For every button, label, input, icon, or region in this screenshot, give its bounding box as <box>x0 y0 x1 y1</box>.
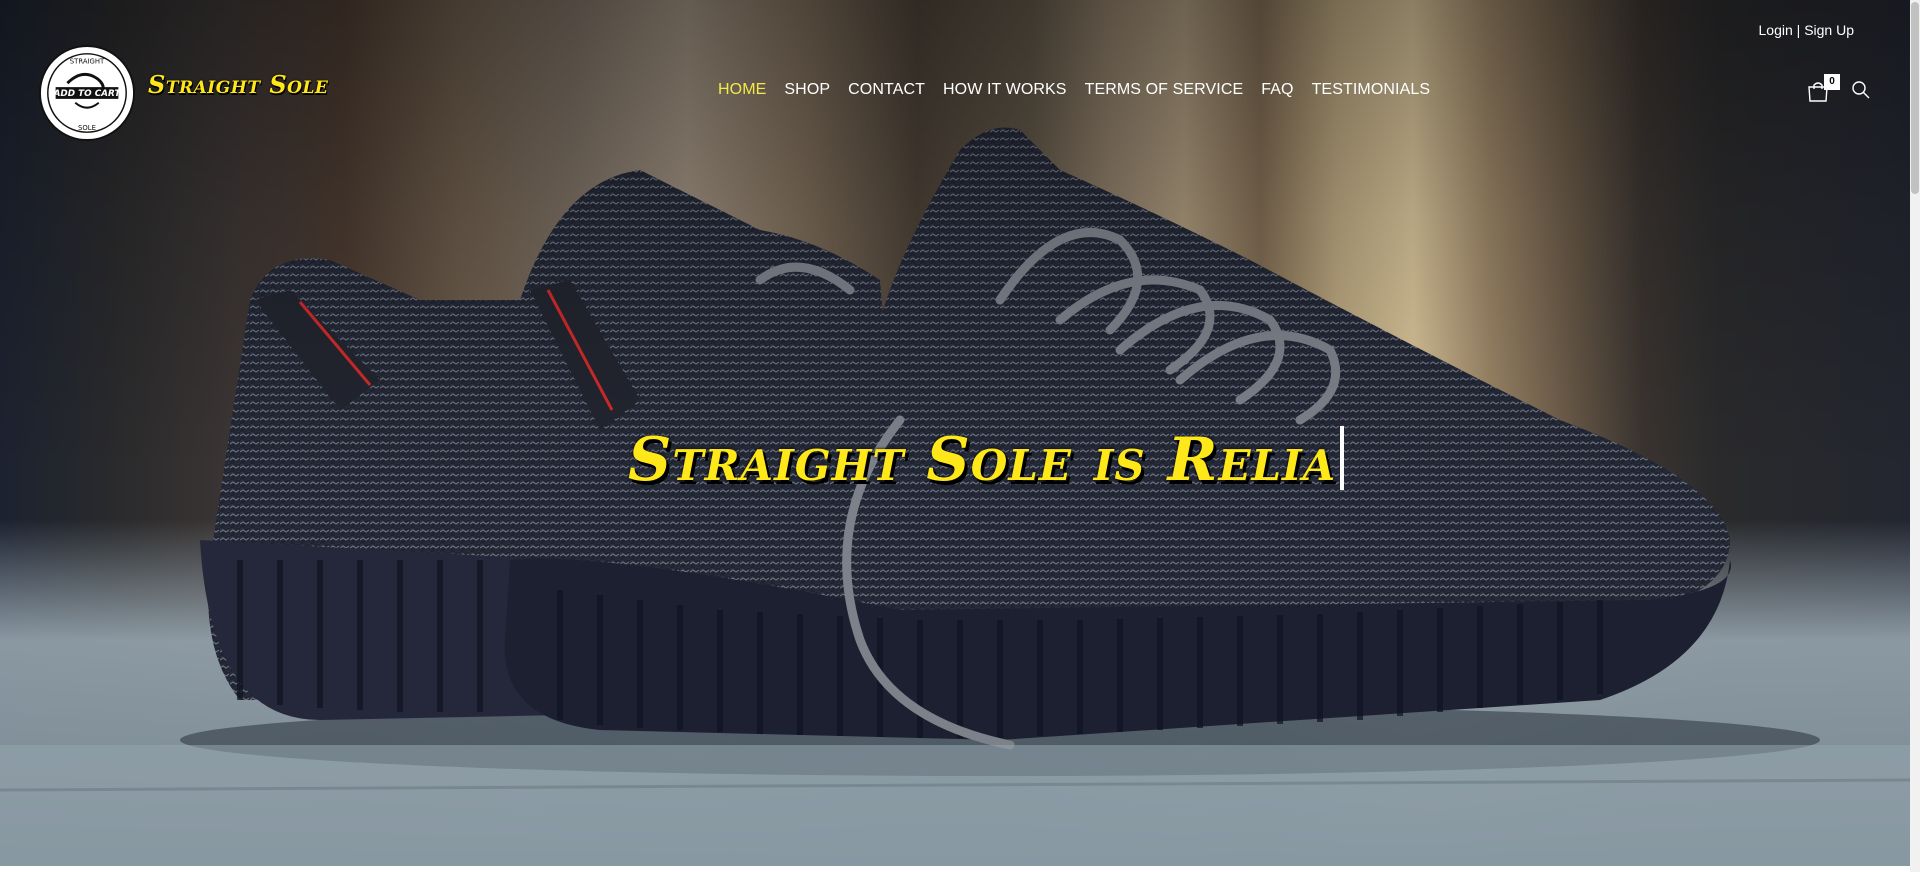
search-icon[interactable] <box>1851 80 1871 100</box>
login-link[interactable]: Login <box>1759 22 1793 38</box>
hero-headline-text: Straight Sole is Relia <box>628 425 1337 495</box>
brand-name[interactable]: Straight Sole <box>148 70 328 99</box>
auth-separator: | <box>1796 22 1801 38</box>
nav-shop[interactable]: SHOP <box>775 81 839 99</box>
auth-links: Login | Sign Up <box>1759 22 1855 38</box>
hero-headline: Straight Sole is Relia <box>628 425 1345 495</box>
logo-bottom-text: SOLE <box>78 124 96 132</box>
nav-home[interactable]: HOME <box>709 81 775 99</box>
nav-terms-of-service[interactable]: TERMS OF SERVICE <box>1076 81 1253 99</box>
cart-count-badge: 0 <box>1824 74 1840 90</box>
logo-top-text: STRAIGHT <box>70 58 105 66</box>
signup-link[interactable]: Sign Up <box>1804 22 1854 38</box>
typing-caret <box>1340 426 1345 490</box>
brand-logo[interactable]: ADD TO CART STRAIGHT SOLE <box>38 44 136 142</box>
logo-middle-text: ADD TO CART <box>53 89 122 99</box>
nav-testimonials[interactable]: TESTIMONIALS <box>1303 81 1440 99</box>
nav-contact[interactable]: CONTACT <box>839 81 934 99</box>
nav-faq[interactable]: FAQ <box>1252 81 1302 99</box>
nav-how-it-works[interactable]: HOW IT WORKS <box>934 81 1076 99</box>
scrollbar-thumb[interactable] <box>1911 2 1919 194</box>
main-nav: HOME SHOP CONTACT HOW IT WORKS TERMS OF … <box>709 81 1439 99</box>
page-scrollbar[interactable] <box>1910 0 1920 872</box>
